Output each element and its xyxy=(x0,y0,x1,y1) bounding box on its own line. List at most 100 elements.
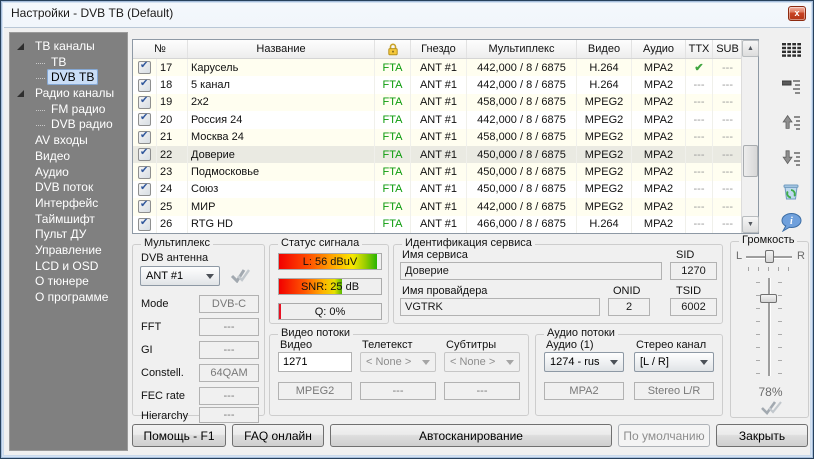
header-sub[interactable]: SUB xyxy=(713,40,742,58)
table-scrollbar[interactable]: ▲ ▼ xyxy=(741,40,758,233)
channel-checkbox[interactable] xyxy=(133,129,157,146)
group-title: Идентификация сервиса xyxy=(402,237,535,249)
title-bar[interactable]: Настройки - DVB ТВ (Default) x xyxy=(1,1,813,27)
tree-item-lcd-osd[interactable]: LCD и OSD xyxy=(10,259,127,275)
tree-item-remote[interactable]: Пульт ДУ xyxy=(10,227,127,243)
channel-audio-codec: MPA2 xyxy=(632,111,686,128)
audio-select[interactable]: 1274 - rus xyxy=(544,352,624,372)
table-row[interactable]: 24 Союз FTA ANT #1 450,000 / 8 / 6875 MP… xyxy=(133,181,743,198)
faq-button[interactable]: FAQ онлайн xyxy=(232,424,324,447)
channel-checkbox[interactable] xyxy=(133,181,157,198)
provider-label: Имя провайдера xyxy=(402,285,487,297)
settings-tree: ТВ каналы ТВ DVB ТВ Радио каналы FM ради… xyxy=(9,32,128,451)
tree-item-timeshift[interactable]: Таймшифт xyxy=(10,212,127,228)
channel-number: 19 xyxy=(157,94,188,111)
channel-table: № Название Гнездо Мультиплекс Видео Ауди… xyxy=(132,39,759,234)
channel-checkbox[interactable] xyxy=(133,76,157,93)
window-title: Настройки - DVB ТВ (Default) xyxy=(11,6,173,20)
video-pid-input[interactable]: 1271 xyxy=(278,352,352,372)
table-row[interactable]: 20 Россия 24 FTA ANT #1 442,000 / 8 / 68… xyxy=(133,111,743,128)
help-button[interactable]: Помощь - F1 xyxy=(132,424,226,447)
table-header[interactable]: № Название Гнездо Мультиплекс Видео Ауди… xyxy=(133,40,758,59)
channel-name: Подмосковье xyxy=(188,163,375,180)
audio-streams-group: Аудио потоки Аудио (1) 1274 - rus MPA2 С… xyxy=(535,334,723,416)
tree-item-tv-channels[interactable]: ТВ каналы xyxy=(10,39,127,55)
table-row[interactable]: 26 RTG HD FTA ANT #1 466,000 / 8 / 6875 … xyxy=(133,216,743,233)
subtitles-value: < None > xyxy=(450,356,495,368)
access-badge: FTA xyxy=(375,59,411,76)
table-row[interactable]: 17 Карусель FTA ANT #1 442,000 / 8 / 687… xyxy=(133,59,743,76)
volume-check-icon[interactable] xyxy=(759,400,783,415)
table-row[interactable]: 18 5 канал FTA ANT #1 442,000 / 8 / 6875… xyxy=(133,76,743,93)
antenna-select[interactable]: ANT #1 xyxy=(140,266,220,286)
volume-thumb[interactable] xyxy=(760,294,777,303)
tree-item-about-program[interactable]: О программе xyxy=(10,290,127,306)
channel-list-button[interactable] xyxy=(778,37,804,63)
tree-item-control[interactable]: Управление xyxy=(10,243,127,259)
table-row[interactable]: 25 МИР FTA ANT #1 442,000 / 8 / 6875 MPE… xyxy=(133,198,743,215)
expander-icon[interactable] xyxy=(17,90,24,97)
channel-multiplex: 442,000 / 8 / 6875 xyxy=(467,198,577,215)
close-button[interactable]: Закрыть xyxy=(716,424,808,447)
move-down-button[interactable] xyxy=(778,145,804,171)
header-multiplex[interactable]: Мультиплекс xyxy=(467,40,577,58)
header-num[interactable]: № xyxy=(133,40,188,58)
table-row[interactable]: 21 Москва 24 FTA ANT #1 458,000 / 8 / 68… xyxy=(133,129,743,146)
table-row[interactable]: 23 Подмосковье FTA ANT #1 450,000 / 8 / … xyxy=(133,163,743,180)
tree-item-dvb-tv[interactable]: DVB ТВ xyxy=(10,70,127,86)
lock-icon[interactable] xyxy=(375,40,411,58)
tree-item-audio[interactable]: Аудио xyxy=(10,165,127,181)
scroll-down-icon[interactable]: ▼ xyxy=(742,216,759,233)
channel-checkbox[interactable] xyxy=(133,59,157,76)
volume-slider[interactable] xyxy=(768,278,770,376)
header-audio[interactable]: Аудио xyxy=(632,40,686,58)
move-up-button[interactable] xyxy=(778,109,804,135)
channel-checkbox[interactable] xyxy=(133,198,157,215)
autoscan-button[interactable]: Автосканирование xyxy=(330,424,612,447)
channel-checkbox[interactable] xyxy=(133,111,157,128)
channel-checkbox[interactable] xyxy=(133,146,157,163)
stereo-select[interactable]: [L / R] xyxy=(634,352,714,372)
group-title: Мультиплекс xyxy=(141,237,213,249)
tree-item-tv[interactable]: ТВ xyxy=(10,55,127,71)
expander-icon[interactable] xyxy=(17,43,24,50)
signal-quality-text: Q: 0% xyxy=(279,304,381,319)
channel-checkbox[interactable] xyxy=(133,163,157,180)
checkbox-icon xyxy=(138,96,151,109)
channel-checkbox[interactable] xyxy=(133,94,157,111)
tree-item-video[interactable]: Видео xyxy=(10,149,127,165)
signal-snr-text: SNR: 25 dB xyxy=(279,279,381,294)
apply-check-icon[interactable] xyxy=(229,268,251,283)
channel-sub: --- xyxy=(713,59,742,76)
tree-item-dvb-stream[interactable]: DVB поток xyxy=(10,180,127,196)
settings-dialog: Настройки - DVB ТВ (Default) x ТВ каналы… xyxy=(0,0,814,459)
balance-thumb[interactable] xyxy=(765,250,774,263)
channel-checkbox[interactable] xyxy=(133,216,157,233)
header-ttx[interactable]: TTX xyxy=(686,40,713,58)
header-video[interactable]: Видео xyxy=(577,40,632,58)
scrollbar-thumb[interactable] xyxy=(743,145,758,177)
header-jack[interactable]: Гнездо xyxy=(411,40,467,58)
tree-item-av-inputs[interactable]: AV входы xyxy=(10,133,127,149)
table-row[interactable]: 19 2x2 FTA ANT #1 458,000 / 8 / 6875 MPE… xyxy=(133,94,743,111)
scroll-up-icon[interactable]: ▲ xyxy=(742,40,759,57)
tree-item-about-tuner[interactable]: О тюнере xyxy=(10,274,127,290)
video-pid-label: Видео xyxy=(280,339,312,351)
channel-sub: --- xyxy=(713,216,742,233)
table-row-selected[interactable]: 22 Доверие FTA ANT #1 450,000 / 8 / 6875… xyxy=(133,146,743,163)
close-icon[interactable]: x xyxy=(788,6,806,21)
remove-channel-icon xyxy=(782,79,800,94)
service-name-field: Доверие xyxy=(400,262,662,280)
recycle-bin-button[interactable] xyxy=(778,179,804,205)
tree-item-dvb-radio[interactable]: DVB радио xyxy=(10,117,127,133)
access-badge: FTA xyxy=(375,111,411,128)
tree-item-interface[interactable]: Интерфейс xyxy=(10,196,127,212)
checkbox-icon xyxy=(138,148,151,161)
tree-item-fm-radio[interactable]: FM радио xyxy=(10,102,127,118)
remove-channel-button[interactable] xyxy=(778,73,804,99)
header-name[interactable]: Название xyxy=(188,40,375,58)
access-badge: FTA xyxy=(375,198,411,215)
info-button[interactable]: i xyxy=(778,209,804,235)
channel-audio-codec: MPA2 xyxy=(632,76,686,93)
tree-item-radio-channels[interactable]: Радио каналы xyxy=(10,86,127,102)
